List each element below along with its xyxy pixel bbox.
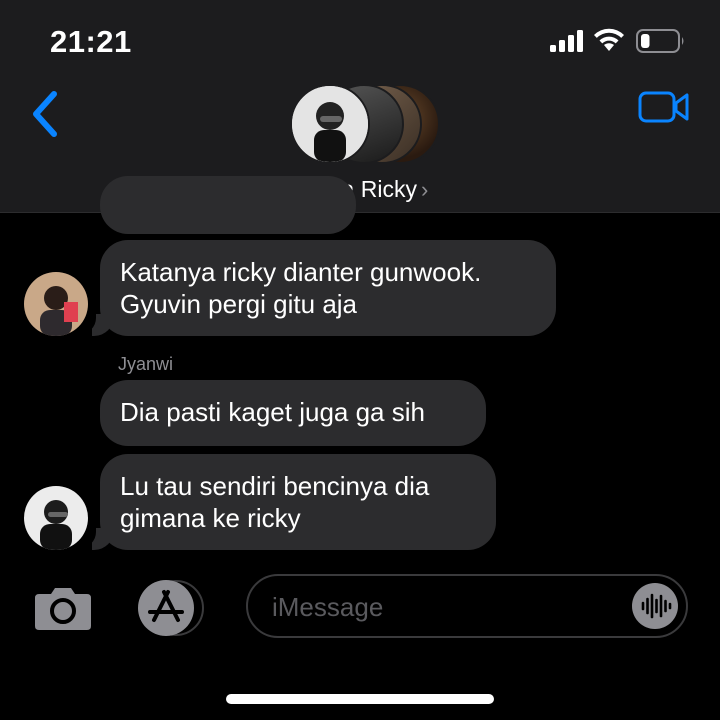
message-bubble[interactable]: Katanya ricky dianter gunwook. Gyuvin pe… bbox=[100, 240, 556, 336]
sender-avatar[interactable] bbox=[24, 486, 88, 550]
cellular-signal-icon bbox=[550, 30, 583, 52]
home-indicator[interactable] bbox=[226, 694, 494, 704]
audio-waveform-icon[interactable] bbox=[632, 583, 678, 629]
message-bubble-partial bbox=[100, 176, 356, 234]
message-placeholder: iMessage bbox=[272, 592, 384, 622]
video-camera-icon[interactable] bbox=[638, 90, 690, 124]
back-chevron-icon[interactable] bbox=[26, 88, 66, 140]
message-line: Gyuvin pergi gitu aja bbox=[120, 289, 358, 319]
message-bubble[interactable]: Dia pasti kaget juga ga sih bbox=[100, 380, 486, 446]
message-line: Dia pasti kaget juga ga sih bbox=[120, 397, 425, 427]
wifi-icon bbox=[594, 28, 624, 51]
message-input[interactable]: iMessage bbox=[246, 574, 688, 638]
conversation-header: 21:21 Tanpa Ricky › bbox=[0, 0, 720, 213]
group-avatars[interactable] bbox=[290, 84, 440, 164]
sender-avatar[interactable] bbox=[24, 272, 88, 336]
camera-icon[interactable] bbox=[31, 586, 95, 632]
group-avatar-1 bbox=[290, 84, 370, 164]
sender-name: Jyanwi bbox=[118, 354, 174, 374]
title-chevron-icon: › bbox=[420, 177, 429, 202]
app-store-icon[interactable] bbox=[136, 580, 206, 636]
message-line: gimana ke ricky bbox=[120, 503, 301, 533]
status-time: 21:21 bbox=[50, 24, 132, 59]
message-bubble[interactable]: Lu tau sendiri bencinya dia gimana ke ri… bbox=[100, 454, 496, 550]
message-line: Lu tau sendiri bencinya dia bbox=[120, 471, 430, 501]
battery-icon bbox=[636, 29, 684, 53]
message-line: Katanya ricky dianter gunwook. bbox=[120, 257, 482, 287]
